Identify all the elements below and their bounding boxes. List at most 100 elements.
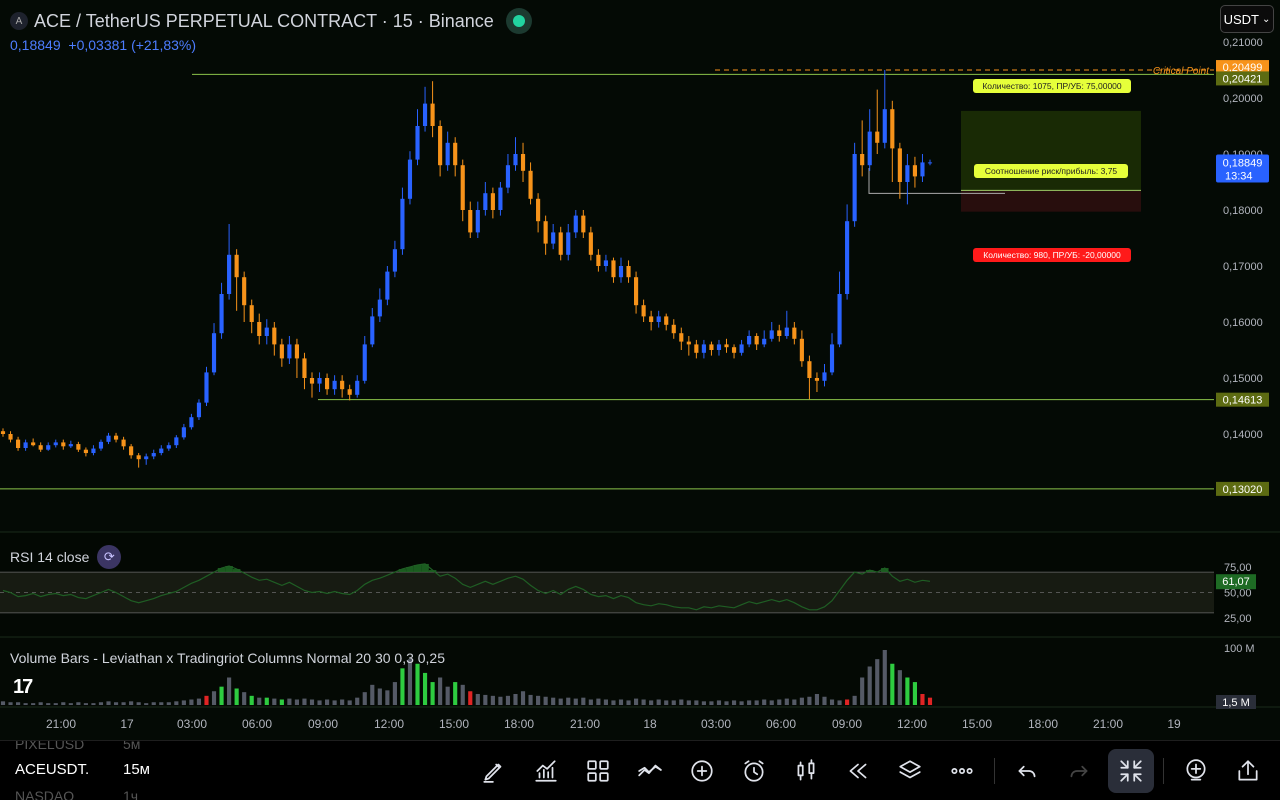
candle-body[interactable] — [23, 442, 28, 448]
candle-body[interactable] — [860, 154, 865, 166]
candle-body[interactable] — [566, 232, 571, 255]
volume-bar[interactable] — [777, 699, 782, 706]
volume-bar[interactable] — [83, 703, 88, 705]
volume-bar[interactable] — [16, 702, 21, 705]
watchlist-ticker[interactable]: PIXELUSD 5м ACEUSDT. 15м NASDAQ 1ч — [15, 741, 175, 800]
candle-body[interactable] — [513, 154, 518, 166]
volume-bar[interactable] — [641, 699, 646, 706]
volume-bar[interactable] — [468, 691, 473, 705]
candle-body[interactable] — [362, 344, 367, 381]
candle-body[interactable] — [468, 210, 473, 233]
candle-body[interactable] — [279, 344, 284, 359]
volume-bar[interactable] — [438, 677, 443, 706]
volume-bar[interactable] — [679, 699, 684, 706]
volume-bar[interactable] — [196, 698, 202, 705]
candle-body[interactable] — [46, 445, 51, 450]
candle-body[interactable] — [754, 336, 759, 345]
candle-body[interactable] — [415, 126, 420, 160]
candle-body[interactable] — [686, 341, 691, 345]
volume-bar[interactable] — [294, 699, 299, 706]
candle-body[interactable] — [355, 380, 360, 395]
volume-bar[interactable] — [573, 698, 578, 705]
volume-bar[interactable] — [739, 701, 744, 705]
volume-bar[interactable] — [189, 699, 194, 706]
volume-bar[interactable] — [837, 700, 842, 705]
candle-body[interactable] — [641, 305, 646, 317]
candle-body[interactable] — [249, 305, 254, 322]
candle-body[interactable] — [588, 232, 593, 255]
volume-bar[interactable] — [317, 700, 322, 705]
volume-bar[interactable] — [38, 702, 43, 705]
candle-body[interactable] — [927, 162, 933, 164]
volume-bar[interactable] — [430, 682, 435, 705]
volume-bar[interactable] — [121, 702, 126, 705]
volume-bar[interactable] — [272, 698, 277, 705]
volume-bar[interactable] — [347, 700, 352, 705]
fullscreen-exit-button[interactable] — [1108, 749, 1154, 793]
candle-body[interactable] — [347, 389, 352, 395]
candle-body[interactable] — [897, 148, 902, 182]
volume-bar[interactable] — [490, 695, 495, 705]
volume-bar[interactable] — [860, 677, 865, 706]
candle-body[interactable] — [814, 378, 820, 381]
volume-bar[interactable] — [159, 702, 164, 705]
volume-bar[interactable] — [731, 700, 737, 705]
candle-body[interactable] — [694, 344, 699, 353]
volume-bar[interactable] — [181, 700, 186, 705]
volume-bar[interactable] — [912, 682, 917, 705]
volume-bar[interactable] — [355, 697, 360, 705]
candle-body[interactable] — [332, 380, 337, 390]
candle-body[interactable] — [438, 126, 443, 166]
volume-bar[interactable] — [46, 703, 51, 705]
symbol-title[interactable]: ACE / TetherUS PERPETUAL CONTRACT · 15 ·… — [34, 11, 494, 32]
volume-bar[interactable] — [445, 686, 450, 705]
candle-body[interactable] — [490, 193, 495, 210]
candle-body[interactable] — [227, 254, 232, 294]
candle-body[interactable] — [626, 266, 631, 278]
volume-bar[interactable] — [475, 694, 480, 705]
volume-bar[interactable] — [31, 703, 36, 705]
candle-body[interactable] — [234, 254, 239, 278]
candle-body[interactable] — [596, 254, 601, 266]
volume-bar[interactable] — [385, 690, 390, 705]
volume-bar[interactable] — [483, 694, 488, 705]
candle-body[interactable] — [159, 448, 164, 454]
candle-body[interactable] — [483, 193, 488, 210]
candle-body[interactable] — [905, 165, 910, 182]
volume-bar[interactable] — [166, 702, 171, 705]
compare-button[interactable] — [624, 749, 676, 793]
candle-body[interactable] — [294, 344, 299, 359]
volume-bar[interactable] — [845, 699, 850, 706]
volume-bar[interactable] — [113, 702, 119, 705]
volume-bar[interactable] — [536, 695, 541, 705]
watchlist-item[interactable]: PIXELUSD 5м — [15, 741, 140, 752]
candle-body[interactable] — [219, 294, 224, 334]
volume-bar[interactable] — [257, 697, 262, 705]
candle-body[interactable] — [8, 434, 13, 440]
candle-body[interactable] — [882, 109, 887, 143]
candle-body[interactable] — [302, 358, 307, 378]
volume-bar[interactable] — [61, 702, 66, 705]
volume-bar[interactable] — [528, 694, 533, 705]
volume-bar[interactable] — [664, 700, 669, 705]
volume-bar[interactable] — [603, 699, 608, 706]
candle-body[interactable] — [498, 187, 503, 210]
candle-body[interactable] — [91, 448, 96, 454]
candle-body[interactable] — [912, 165, 917, 177]
volume-bar[interactable] — [566, 697, 571, 705]
volume-bar[interactable] — [76, 702, 81, 705]
candle-body[interactable] — [121, 439, 126, 447]
candle-body[interactable] — [520, 154, 526, 171]
volume-bar[interactable] — [370, 684, 375, 705]
volume-bar[interactable] — [792, 699, 797, 706]
candle-body[interactable] — [867, 131, 872, 166]
candle-body[interactable] — [272, 327, 277, 345]
candle-body[interactable] — [422, 103, 428, 126]
candle-body[interactable] — [603, 260, 608, 266]
candle-body[interactable] — [392, 249, 397, 272]
candle-body[interactable] — [618, 266, 624, 278]
volume-bar[interactable] — [656, 699, 661, 706]
candle-body[interactable] — [837, 294, 842, 345]
replay-button[interactable] — [832, 749, 884, 793]
candle-body[interactable] — [370, 316, 375, 345]
